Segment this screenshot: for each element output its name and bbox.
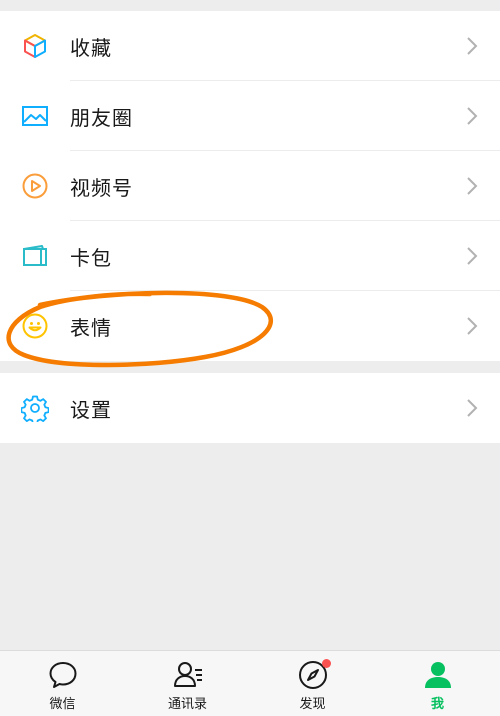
menu-item-label: 朋友圈 <box>70 105 133 130</box>
person-icon <box>422 659 454 691</box>
smiley-icon <box>21 312 49 340</box>
menu-item-label: 视频号 <box>70 175 133 200</box>
tab-discover[interactable]: 发现 <box>250 651 375 716</box>
tab-label: 通讯录 <box>167 697 207 712</box>
tab-label: 微信 <box>49 697 76 712</box>
chat-bubble-icon <box>47 659 79 691</box>
gear-icon <box>21 394 49 422</box>
menu-group-settings: 设置 <box>0 373 500 443</box>
top-gap <box>0 0 500 11</box>
chevron-right-icon <box>466 176 478 196</box>
section-gap <box>0 361 500 373</box>
tab-label: 我 <box>430 697 444 712</box>
chevron-right-icon <box>466 36 478 56</box>
image-icon <box>21 102 49 130</box>
menu-item-channels[interactable]: 视频号 <box>0 151 500 221</box>
tab-chats[interactable]: 微信 <box>0 651 125 716</box>
notification-badge <box>321 659 331 668</box>
menu-item-label: 卡包 <box>70 245 112 270</box>
menu-item-cards[interactable]: 卡包 <box>0 221 500 291</box>
menu-group-main: 收藏 朋友圈 视频号 卡包 表情 <box>0 11 500 361</box>
cube-icon <box>21 32 49 60</box>
menu-item-moments[interactable]: 朋友圈 <box>0 81 500 151</box>
tab-me[interactable]: 我 <box>375 651 500 716</box>
card-wallet-icon <box>21 242 49 270</box>
menu-item-label: 设置 <box>70 397 112 422</box>
menu-item-settings[interactable]: 设置 <box>0 373 500 443</box>
tab-contacts[interactable]: 通讯录 <box>125 651 250 716</box>
play-circle-icon <box>21 172 49 200</box>
chevron-right-icon <box>466 398 478 418</box>
tab-label: 发现 <box>299 697 326 712</box>
menu-item-label: 表情 <box>70 315 112 340</box>
chevron-right-icon <box>466 316 478 336</box>
compass-icon <box>297 659 331 691</box>
menu-item-favorites[interactable]: 收藏 <box>0 11 500 81</box>
menu-item-label: 收藏 <box>70 35 112 60</box>
chevron-right-icon <box>466 246 478 266</box>
menu-item-stickers[interactable]: 表情 <box>0 291 500 361</box>
contacts-icon <box>172 659 204 691</box>
chevron-right-icon <box>466 106 478 126</box>
bottom-tab-bar: 微信 通讯录 发现 我 <box>0 650 500 716</box>
